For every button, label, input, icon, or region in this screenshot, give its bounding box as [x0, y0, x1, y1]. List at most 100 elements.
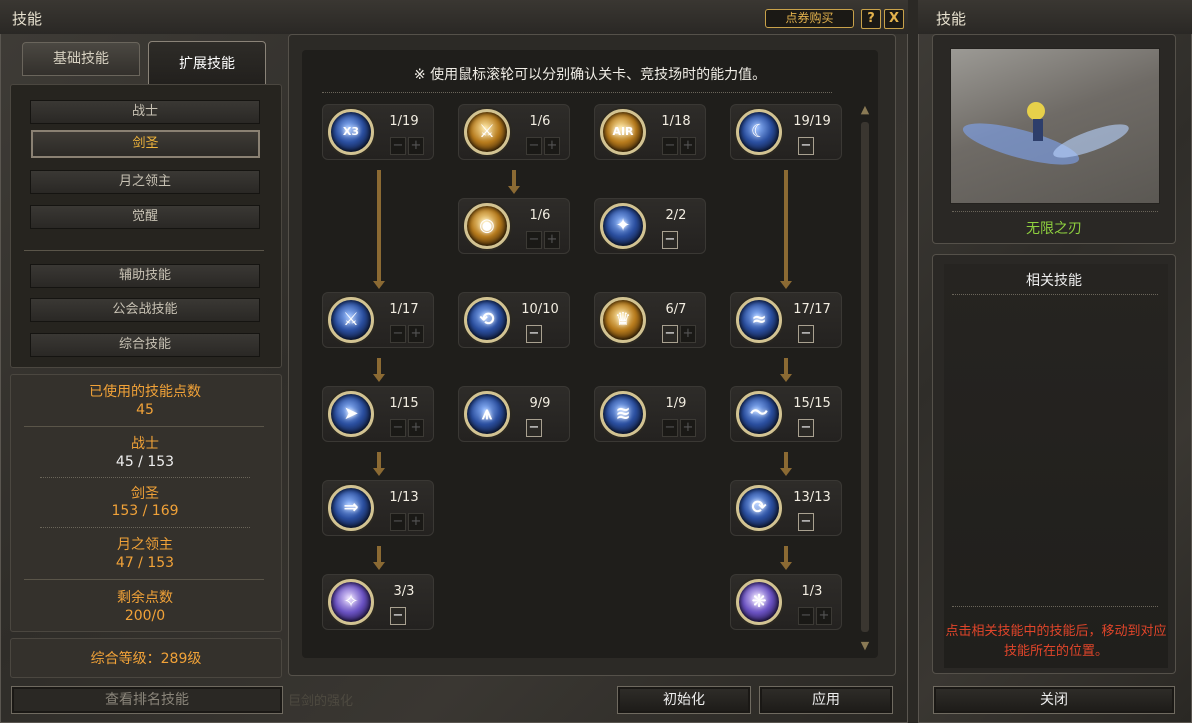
- ranking-skills-button[interactable]: 查看排名技能: [11, 686, 283, 714]
- skill-level: 2/2: [665, 208, 687, 223]
- tree-arrow-icon: [780, 281, 792, 289]
- skill-level: 15/15: [793, 396, 831, 411]
- info-window-title: 技能: [936, 10, 967, 28]
- cyclone-icon[interactable]: ⟳: [736, 485, 782, 531]
- skill-increase-button[interactable]: +: [408, 419, 424, 437]
- skill-level: 1/15: [389, 396, 419, 411]
- gold-crown-icon[interactable]: ♛: [600, 297, 646, 343]
- skill-tree-scrollbar[interactable]: [861, 122, 869, 632]
- skill-decrease-button[interactable]: −: [526, 137, 542, 155]
- menu-guild-war-skills[interactable]: 公会战技能: [30, 298, 260, 322]
- skill-decrease-button[interactable]: −: [662, 325, 678, 343]
- menu-awakening[interactable]: 觉醒: [30, 205, 260, 229]
- remaining-points-value: 200/0: [124, 608, 166, 624]
- skill-level: 1/18: [661, 114, 691, 129]
- skill-increase-button[interactable]: +: [680, 325, 696, 343]
- x3-slash-icon[interactable]: X3: [328, 109, 374, 155]
- crystal-burst-icon[interactable]: ❋: [736, 579, 782, 625]
- skill-decrease-button[interactable]: −: [662, 137, 678, 155]
- skill-glyph: ⩚: [481, 403, 493, 424]
- skill-level: 1/6: [529, 114, 551, 129]
- close-x-button[interactable]: X: [884, 9, 904, 29]
- skill-increase-button[interactable]: +: [816, 607, 832, 625]
- star-slash-icon[interactable]: ✧: [328, 579, 374, 625]
- skill-decrease-button[interactable]: −: [526, 325, 542, 343]
- skill-decrease-button[interactable]: −: [662, 419, 678, 437]
- remaining-points-label: 剩余点数: [117, 590, 173, 606]
- help-button[interactable]: ?: [861, 9, 881, 29]
- thrust-icon[interactable]: ⇒: [328, 485, 374, 531]
- skill-preview-video: [950, 48, 1160, 204]
- dash-icon[interactable]: ➤: [328, 391, 374, 437]
- scroll-down-icon[interactable]: ▼: [857, 640, 873, 652]
- skill-decrease-button[interactable]: −: [390, 607, 406, 625]
- skill-decrease-button[interactable]: −: [798, 325, 814, 343]
- scroll-up-icon[interactable]: ▲: [857, 104, 873, 116]
- cash-shop-button[interactable]: 点券购买: [765, 9, 854, 28]
- skill-increase-button[interactable]: +: [408, 325, 424, 343]
- skill-increase-button[interactable]: +: [544, 137, 560, 155]
- skill-increase-button[interactable]: +: [680, 419, 696, 437]
- skill-glyph: ⟳: [751, 497, 767, 518]
- related-skills-hint: 点击相关技能中的技能后，移动到对应技能所在的位置。: [945, 624, 1167, 659]
- skill-decrease-button[interactable]: −: [798, 513, 814, 531]
- skill-increase-button[interactable]: +: [408, 513, 424, 531]
- triple-sword-icon[interactable]: ⚔: [328, 297, 374, 343]
- crescent-slash-icon[interactable]: ☾: [736, 109, 782, 155]
- close-button[interactable]: 关闭: [933, 686, 1175, 714]
- skill-decrease-button[interactable]: −: [390, 325, 406, 343]
- skill-decrease-button[interactable]: −: [798, 419, 814, 437]
- stats-divider: [24, 426, 264, 427]
- sword-light-icon[interactable]: ⚔: [464, 109, 510, 155]
- skill-glyph: ≈: [751, 309, 767, 330]
- combined-level: 综合等级：289级: [10, 638, 282, 678]
- multi-slash-icon[interactable]: ≋: [600, 391, 646, 437]
- tab-basic-skills[interactable]: 基础技能: [22, 42, 140, 76]
- reset-button[interactable]: 初始化: [617, 686, 751, 714]
- spirit-icon[interactable]: ✦: [600, 203, 646, 249]
- tree-connector: [377, 170, 381, 282]
- skill-increase-button[interactable]: +: [408, 137, 424, 155]
- tree-arrow-icon: [373, 468, 385, 476]
- menu-swordmaster[interactable]: 剑圣: [31, 130, 260, 158]
- tree-arrow-icon: [508, 186, 520, 194]
- tab-extended-skills[interactable]: 扩展技能: [148, 41, 266, 85]
- skill-glyph: ✧: [343, 591, 359, 612]
- skill-decrease-button[interactable]: −: [798, 137, 814, 155]
- tree-connector: [377, 546, 381, 562]
- menu-moonlord[interactable]: 月之领主: [30, 170, 260, 194]
- skill-decrease-button[interactable]: −: [390, 513, 406, 531]
- menu-support-skills[interactable]: 辅助技能: [30, 264, 260, 288]
- tree-connector: [377, 358, 381, 374]
- preview-divider: [952, 211, 1158, 212]
- apply-button[interactable]: 应用: [759, 686, 893, 714]
- related-skills-list: [944, 264, 1168, 668]
- skill-glyph: 〜: [750, 403, 768, 424]
- air-slash-icon[interactable]: AIR: [600, 109, 646, 155]
- skill-decrease-button[interactable]: −: [390, 419, 406, 437]
- skill-glyph: ≋: [615, 403, 631, 424]
- skill-increase-button[interactable]: +: [680, 137, 696, 155]
- tree-connector: [784, 546, 788, 562]
- swordmaster-points-value: 153 / 169: [111, 503, 179, 519]
- skill-decrease-button[interactable]: −: [526, 419, 542, 437]
- skill-decrease-button[interactable]: −: [526, 231, 542, 249]
- wave-slash-icon[interactable]: 〜: [736, 391, 782, 437]
- skill-increase-button[interactable]: +: [544, 231, 560, 249]
- skill-decrease-button[interactable]: −: [662, 231, 678, 249]
- skill-glyph: ❋: [751, 591, 767, 612]
- menu-combined-skills[interactable]: 综合技能: [30, 333, 260, 357]
- skill-level: 13/13: [793, 490, 831, 505]
- golden-shield-icon[interactable]: ◉: [464, 203, 510, 249]
- skill-decrease-button[interactable]: −: [390, 137, 406, 155]
- tree-arrow-icon: [373, 281, 385, 289]
- menu-warrior[interactable]: 战士: [30, 100, 260, 124]
- window-title: 技能: [12, 10, 43, 28]
- whirl-icon[interactable]: ⟲: [464, 297, 510, 343]
- spike-icon[interactable]: ⩚: [464, 391, 510, 437]
- skill-glyph: ➤: [343, 403, 359, 424]
- skill-decrease-button[interactable]: −: [798, 607, 814, 625]
- skill-level: 1/17: [389, 302, 419, 317]
- tree-connector: [512, 170, 516, 186]
- wind-blade-icon[interactable]: ≈: [736, 297, 782, 343]
